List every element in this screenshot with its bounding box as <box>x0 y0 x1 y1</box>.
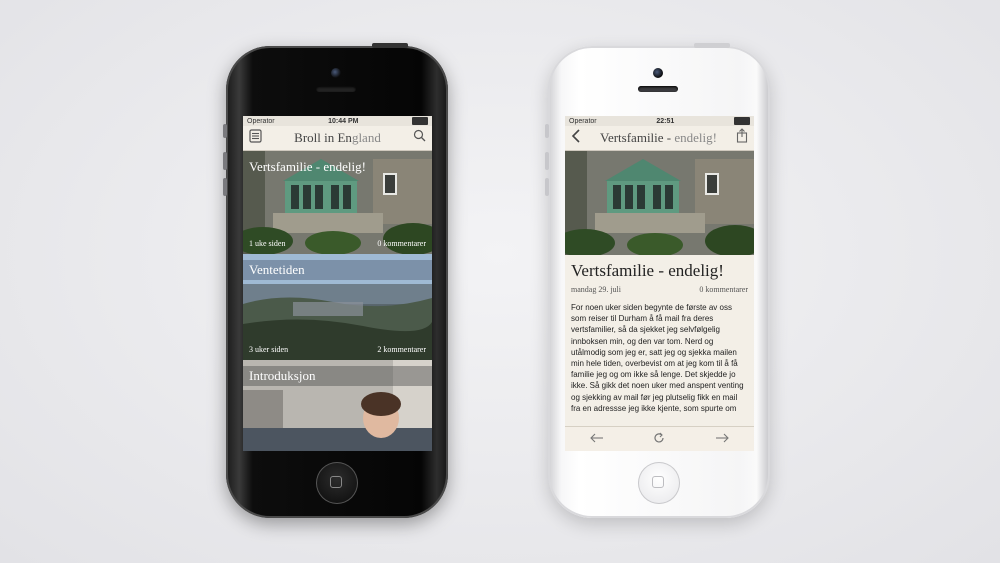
carrier-label: Operator <box>569 117 597 125</box>
volume-down-button <box>223 178 227 196</box>
volume-up-button <box>223 152 227 170</box>
house-photo <box>565 151 754 255</box>
earpiece-speaker <box>638 86 678 92</box>
post-title: Ventetiden <box>243 260 432 280</box>
power-button <box>372 43 408 48</box>
article-comments[interactable]: 0 kommentarer <box>699 285 748 294</box>
article-nav-title: Vertsfamilie - endelig! <box>600 130 717 146</box>
post-title: Vertsfamilie - endelig! <box>249 159 366 174</box>
carrier-label: Operator <box>247 117 275 125</box>
mute-switch <box>545 124 549 138</box>
status-bar: Operator 10:44 PM <box>243 116 432 126</box>
home-square-icon <box>330 476 342 488</box>
post-meta: 1 uke siden 0 kommentarer <box>249 239 426 248</box>
app-title-rest: gland <box>351 130 381 145</box>
status-time: 22:51 <box>656 117 675 125</box>
post-comments: 0 kommentarer <box>377 239 426 248</box>
front-camera <box>653 68 663 78</box>
article: Vertsfamilie - endelig! mandag 29. juli … <box>565 261 754 422</box>
iphone-white: Operator 22:51 Vertsfamilie - endelig! V… <box>545 43 770 518</box>
status-bar: Operator 22:51 <box>565 116 754 126</box>
refresh-icon[interactable] <box>653 432 665 447</box>
post-title: Introduksjon <box>243 366 432 386</box>
nav-bar: Broll in England <box>243 126 432 151</box>
home-square-icon <box>652 476 664 488</box>
screen: Operator 22:51 Vertsfamilie - endelig! V… <box>565 116 754 451</box>
nav-title-main: Vertsfamilie - <box>600 130 675 145</box>
battery-icon <box>411 117 428 125</box>
power-button <box>694 43 730 48</box>
post-card[interactable]: Ventetiden 3 uker siden 2 kommentarer <box>243 254 432 360</box>
arrow-right-icon[interactable] <box>715 432 729 446</box>
nav-title-rest: endelig! <box>674 130 717 145</box>
status-time: 10:44 PM <box>328 117 359 125</box>
post-age: 3 uker siden <box>249 345 289 354</box>
volume-down-button <box>545 178 549 196</box>
article-title: Vertsfamilie - endelig! <box>571 261 724 280</box>
post-card[interactable]: Introduksjon <box>243 360 432 451</box>
article-date: mandag 29. juli <box>571 285 621 294</box>
app-title: Broll in England <box>294 130 381 146</box>
share-icon[interactable] <box>736 128 748 148</box>
screen: Operator 10:44 PM Broll in England Verts… <box>243 116 432 451</box>
search-icon[interactable] <box>413 129 426 147</box>
nav-bar: Vertsfamilie - endelig! <box>565 126 754 151</box>
post-comments: 2 kommentarer <box>377 345 426 354</box>
front-camera <box>331 68 341 78</box>
menu-icon[interactable] <box>249 128 262 148</box>
bottom-toolbar <box>565 426 754 451</box>
volume-up-button <box>545 152 549 170</box>
earpiece-speaker <box>316 86 356 92</box>
iphone-black: Operator 10:44 PM Broll in England Verts… <box>223 43 448 518</box>
back-icon[interactable] <box>571 128 581 148</box>
arrow-left-icon[interactable] <box>590 432 604 446</box>
battery-icon <box>734 117 750 125</box>
article-meta: mandag 29. juli 0 kommentarer <box>571 285 748 294</box>
mute-switch <box>223 124 227 138</box>
home-button[interactable] <box>638 462 680 504</box>
article-hero-image <box>565 151 754 255</box>
post-meta: 3 uker siden 2 kommentarer <box>249 345 426 354</box>
home-button[interactable] <box>316 462 358 504</box>
post-card[interactable]: Vertsfamilie - endelig! 1 uke siden 0 ko… <box>243 151 432 254</box>
post-age: 1 uke siden <box>249 239 286 248</box>
article-body: For noen uker siden begynte de første av… <box>571 303 744 413</box>
app-title-main: Broll in En <box>294 130 352 145</box>
